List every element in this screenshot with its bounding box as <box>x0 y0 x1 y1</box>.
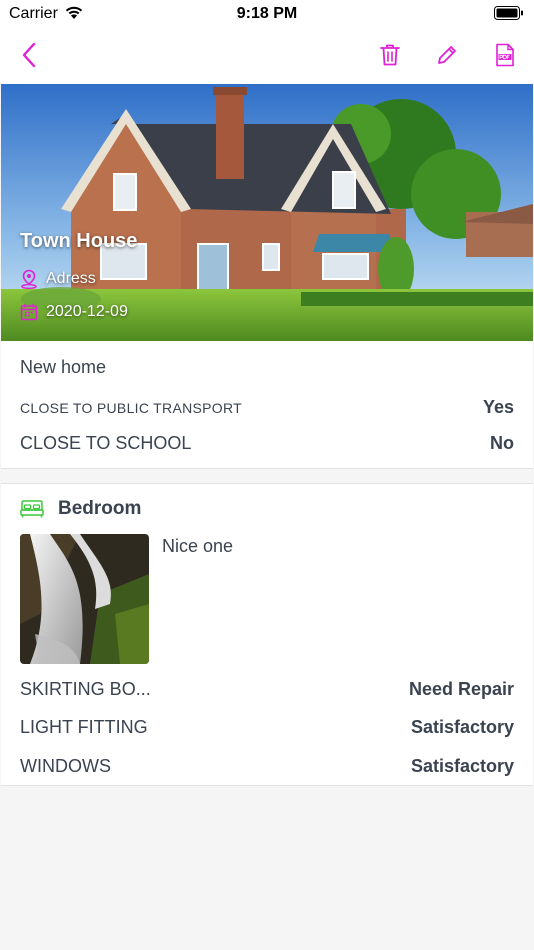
room-photo-thumbnail[interactable] <box>20 534 149 664</box>
calendar-icon <box>20 304 38 321</box>
attribute-label: CLOSE TO PUBLIC TRANSPORT <box>20 399 242 416</box>
room-item-row[interactable]: WINDOWS Satisfactory <box>20 756 514 777</box>
property-info-card: New home CLOSE TO PUBLIC TRANSPORT Yes C… <box>1 341 533 469</box>
clock: 9:18 PM <box>236 5 298 22</box>
room-item-row[interactable]: SKIRTING BO... Need Repair <box>20 679 514 700</box>
room-note: Nice one <box>162 536 234 556</box>
property-date-row: 2020-12-09 <box>20 303 128 321</box>
back-chevron-icon <box>22 42 36 68</box>
room-card[interactable]: Bedroom Nice one SKIRTING BO... Need Rep… <box>1 483 533 786</box>
attribute-label: CLOSE TO SCHOOL <box>20 433 192 453</box>
location-pin-icon <box>21 269 37 289</box>
attribute-value: Yes <box>482 397 514 417</box>
property-address-row: Adress <box>20 269 96 289</box>
status-bar: Carrier 9:18 PM <box>0 0 534 28</box>
property-title: Town House <box>20 230 138 252</box>
export-pdf-button[interactable] <box>490 40 520 70</box>
battery-icon <box>494 6 524 25</box>
attribute-row: CLOSE TO PUBLIC TRANSPORT Yes <box>20 397 514 418</box>
room-item-name: WINDOWS <box>20 756 111 776</box>
navigation-bar <box>0 28 534 84</box>
room-item-status: Need Repair <box>408 679 514 699</box>
room-item-row[interactable]: LIGHT FITTING Satisfactory <box>20 717 514 738</box>
property-hero-image: Town House Adress 2020-12-09 <box>1 84 533 341</box>
room-title: Bedroom <box>58 498 142 519</box>
room-item-status: Satisfactory <box>410 717 514 737</box>
room-item-name: SKIRTING BO... <box>20 679 151 699</box>
room-header: Bedroom <box>20 498 141 520</box>
back-button[interactable] <box>14 40 44 70</box>
bed-icon <box>20 500 44 518</box>
room-item-status: Satisfactory <box>410 756 514 776</box>
property-description: New home <box>20 357 107 377</box>
waterfall-photo <box>20 534 149 664</box>
pdf-icon <box>496 43 514 67</box>
property-date: 2020-12-09 <box>46 303 128 320</box>
room-item-name: LIGHT FITTING <box>20 717 148 737</box>
pencil-icon <box>438 46 456 64</box>
attribute-value: No <box>490 433 514 453</box>
trash-icon <box>380 44 400 66</box>
attribute-row: CLOSE TO SCHOOL No <box>20 433 514 454</box>
edit-button[interactable] <box>432 40 462 70</box>
property-address: Adress <box>46 270 96 287</box>
delete-button[interactable] <box>375 40 405 70</box>
